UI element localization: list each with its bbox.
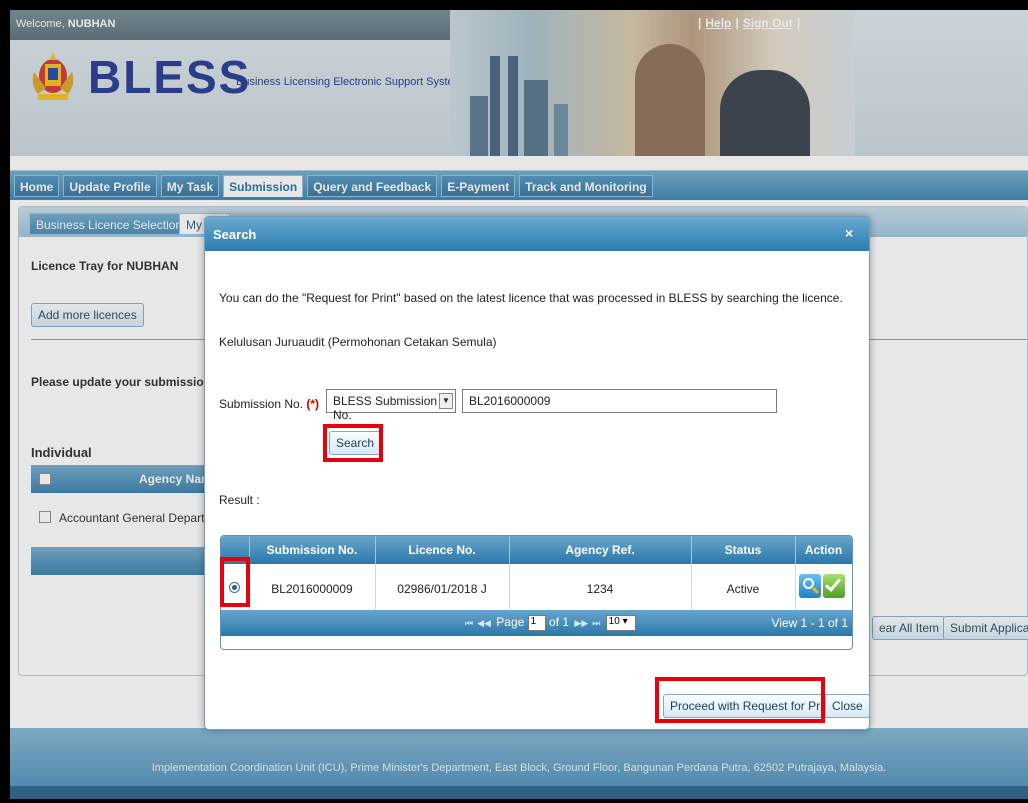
prev-page-icon[interactable]: ◀◀ <box>477 618 491 628</box>
required-marker: (*) <box>306 397 320 411</box>
close-icon[interactable]: × <box>845 225 853 241</box>
column-action: Action <box>804 543 843 557</box>
proceed-button-highlight <box>655 677 825 723</box>
cell-submission-no: BL2016000009 <box>271 582 353 596</box>
grid-pager: ⏮ ◀◀ Page 1 of 1 ▶▶ ⏭ 10 ▾ View 1 - 1 of 1 <box>221 610 852 636</box>
lens-handle-shape <box>811 586 820 595</box>
pager-controls: ⏮ ◀◀ Page 1 of 1 ▶▶ ⏭ 10 ▾ <box>463 615 636 631</box>
column-status: Status <box>724 543 762 557</box>
result-grid: Submission No. Licence No. Agency Ref. S… <box>220 535 853 650</box>
page-of-label: of 1 <box>549 615 570 630</box>
dialog-description: You can do the "Request for Print" based… <box>219 291 843 305</box>
select-check-icon[interactable] <box>823 574 845 598</box>
pager-view-count: View 1 - 1 of 1 <box>771 616 849 630</box>
column-divider <box>795 564 796 610</box>
dialog-titlebar: Search × <box>205 217 869 251</box>
column-licence-no: Licence No. <box>408 543 476 557</box>
search-type-value: BLESS Submission No. <box>333 394 438 422</box>
page-number-input[interactable]: 1 <box>527 615 546 631</box>
chevron-down-icon[interactable]: ▼ <box>439 393 453 409</box>
search-button-highlight <box>323 424 383 462</box>
licence-name: Kelulusan Juruaudit (Permohonan Cetakan … <box>219 335 497 349</box>
browser-viewport: Welcome, NUBHAN BLESS Business Licensing… <box>10 10 1028 799</box>
dialog-title: Search <box>213 227 257 242</box>
result-label: Result : <box>219 493 260 507</box>
cell-agency-ref: 1234 <box>586 582 614 596</box>
page-label: Page <box>496 615 525 630</box>
column-agency-ref: Agency Ref. <box>565 543 635 557</box>
submission-no-input[interactable]: BL2016000009 <box>462 389 777 413</box>
search-type-select[interactable]: BLESS Submission No. ▼ <box>326 389 456 422</box>
page-size-select[interactable]: 10 ▾ <box>605 615 636 631</box>
page-size-value: 10 <box>608 616 620 627</box>
radio-highlight <box>220 557 250 607</box>
submission-no-text: Submission No. <box>219 397 304 411</box>
close-button[interactable]: Close <box>825 694 870 718</box>
grid-header: Submission No. Licence No. Agency Ref. S… <box>221 536 852 564</box>
first-page-icon[interactable]: ⏮ <box>465 618 473 628</box>
search-dialog: Search × You can do the "Request for Pri… <box>204 216 870 730</box>
cell-status: Active <box>726 582 760 596</box>
cell-licence-no: 02986/01/2018 J <box>397 582 487 596</box>
next-page-icon[interactable]: ▶▶ <box>574 618 588 628</box>
column-submission-no: Submission No. <box>266 543 358 557</box>
checkmark-shape <box>825 575 841 592</box>
table-row[interactable]: BL2016000009 02986/01/2018 J 1234 Active <box>221 564 852 610</box>
view-magnifier-icon[interactable] <box>799 574 821 598</box>
submission-no-label: Submission No. (*) <box>219 397 319 411</box>
last-page-icon[interactable]: ⏭ <box>592 618 600 628</box>
